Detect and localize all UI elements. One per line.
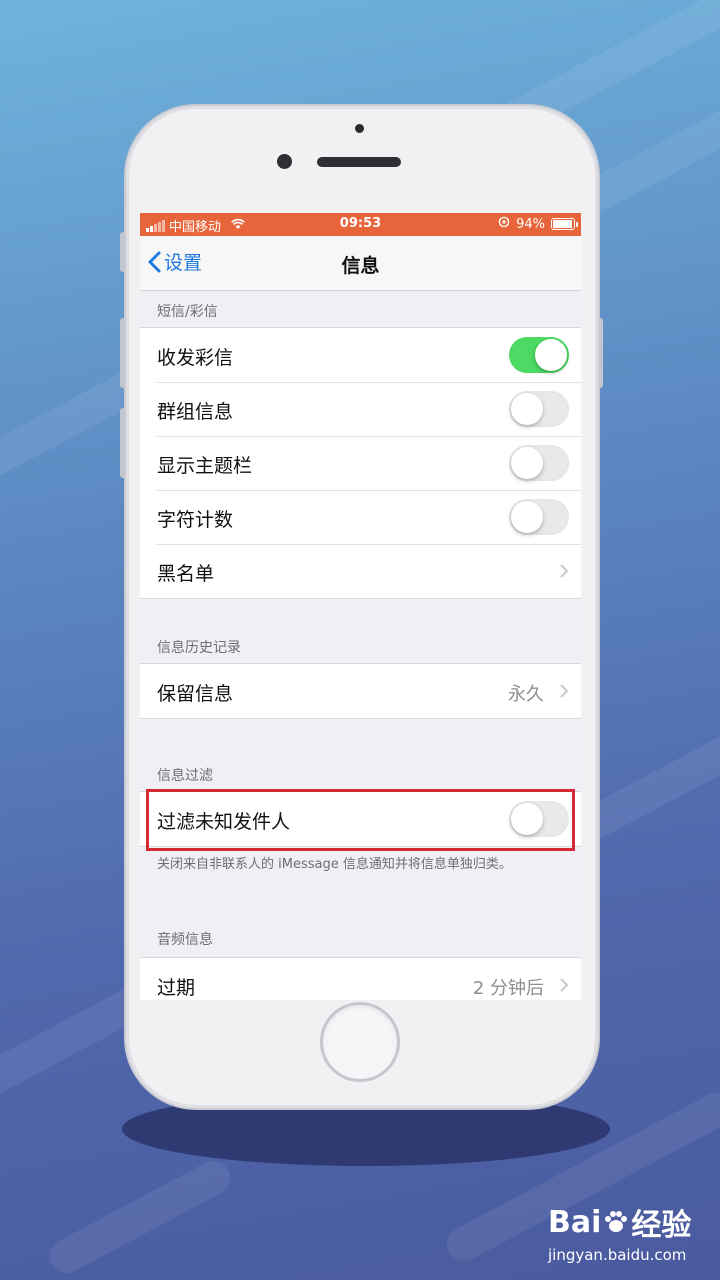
highlight-box xyxy=(146,789,575,851)
section-header-filter: 信息过滤 xyxy=(157,768,213,784)
front-camera xyxy=(277,154,292,169)
battery-icon xyxy=(551,218,578,230)
settings-row-character-count: 字符计数 xyxy=(140,490,581,544)
watermark-brand-right: 经验 xyxy=(631,1208,692,1243)
settings-group-history: 保留信息 永久 xyxy=(140,663,581,719)
phone-screen: 中国移动 09:53 94% 设置 信息 短信/彩信 收发彩信 群组信息 显示主… xyxy=(140,213,581,1000)
page-title: 信息 xyxy=(341,255,380,277)
chevron-right-icon xyxy=(560,564,569,578)
row-label: 收发彩信 xyxy=(157,347,234,369)
settings-group-sms: 收发彩信 群组信息 显示主题栏 字符计数 黑名单 xyxy=(140,327,581,599)
settings-row-mms: 收发彩信 xyxy=(140,328,581,382)
row-label: 黑名单 xyxy=(157,563,215,585)
row-label: 保留信息 xyxy=(157,683,234,705)
chevron-right-icon xyxy=(560,684,569,698)
row-value: 永久 xyxy=(508,684,544,705)
row-label: 群组信息 xyxy=(157,401,234,423)
row-value: 2 分钟后 xyxy=(472,978,544,999)
rotation-lock-icon xyxy=(498,216,510,232)
chevron-right-icon xyxy=(560,978,569,992)
settings-row-keep-messages[interactable]: 保留信息 永久 xyxy=(140,664,581,718)
navigation-bar: 设置 信息 xyxy=(140,236,581,291)
paw-icon xyxy=(605,1211,628,1232)
watermark: Bai 经验 jingyan.baidu.com xyxy=(548,1200,692,1265)
settings-row-expire[interactable]: 过期 2 分钟后 xyxy=(140,958,581,1000)
row-label: 字符计数 xyxy=(157,509,234,531)
row-label: 过期 xyxy=(157,977,196,999)
subject-field-toggle[interactable] xyxy=(509,445,569,481)
settings-row-subject-field: 显示主题栏 xyxy=(140,436,581,490)
section-header-history: 信息历史记录 xyxy=(157,640,241,656)
settings-row-blocked[interactable]: 黑名单 xyxy=(140,544,581,598)
proximity-sensor xyxy=(355,124,364,133)
status-bar: 中国移动 09:53 94% xyxy=(140,213,581,236)
filter-footer-note: 关闭来自非联系人的 iMessage 信息通知并将信息单独归类。 xyxy=(157,857,512,872)
group-messaging-toggle[interactable] xyxy=(509,391,569,427)
earpiece-speaker xyxy=(317,157,401,167)
watermark-brand-left: Bai xyxy=(548,1204,602,1240)
watermark-url: jingyan.baidu.com xyxy=(548,1246,687,1264)
mms-toggle[interactable] xyxy=(509,337,569,373)
battery-percent: 94% xyxy=(516,216,545,232)
settings-group-audio: 过期 2 分钟后 xyxy=(140,957,581,1000)
settings-row-group-messaging: 群组信息 xyxy=(140,382,581,436)
section-header-audio: 音频信息 xyxy=(157,932,213,948)
section-header-sms: 短信/彩信 xyxy=(157,304,218,320)
home-button[interactable] xyxy=(320,1002,400,1082)
row-label: 显示主题栏 xyxy=(157,455,253,477)
character-count-toggle[interactable] xyxy=(509,499,569,535)
